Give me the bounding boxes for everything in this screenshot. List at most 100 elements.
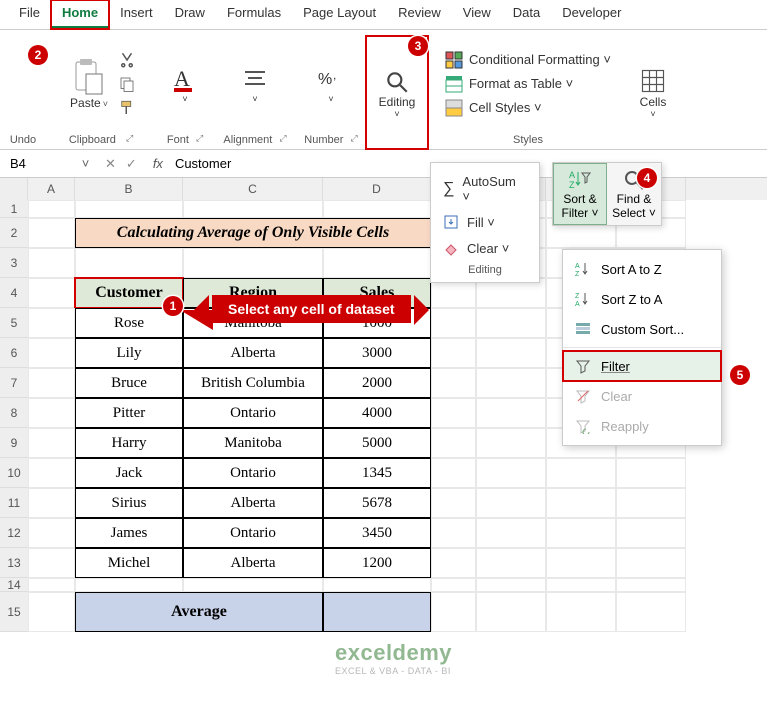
sort-z-to-a-item[interactable]: ZASort Z to A [563, 284, 721, 314]
tab-home[interactable]: Home [51, 0, 109, 29]
cell[interactable] [476, 518, 546, 548]
data-cell[interactable]: 2000 [323, 368, 431, 398]
custom-sort-item[interactable]: Custom Sort... [563, 314, 721, 344]
data-cell[interactable]: British Columbia [183, 368, 323, 398]
row-header-8[interactable]: 8 [0, 398, 28, 428]
data-cell[interactable]: Pitter [75, 398, 183, 428]
alignment-launcher-icon[interactable]: ⤢ [275, 133, 286, 143]
cell[interactable] [183, 578, 323, 592]
cell[interactable] [431, 458, 476, 488]
cell[interactable] [323, 248, 431, 278]
tab-formulas[interactable]: Formulas [216, 0, 292, 29]
cell[interactable] [476, 548, 546, 578]
cell[interactable] [476, 308, 546, 338]
cell[interactable] [616, 458, 686, 488]
data-cell[interactable]: Bruce [75, 368, 183, 398]
data-cell[interactable]: Sirius [75, 488, 183, 518]
cell[interactable] [75, 200, 183, 218]
row-header-13[interactable]: 13 [0, 548, 28, 578]
cell[interactable] [28, 200, 75, 218]
format-as-table-button[interactable]: Format as Table ˅ [443, 74, 613, 94]
editing-button[interactable]: Editing˅ [375, 67, 420, 121]
cell[interactable] [546, 458, 616, 488]
data-cell[interactable]: Manitoba [183, 428, 323, 458]
cell[interactable] [28, 338, 75, 368]
row-header-5[interactable]: 5 [0, 308, 28, 338]
cell[interactable] [28, 592, 75, 632]
cell[interactable] [431, 518, 476, 548]
cell[interactable] [431, 368, 476, 398]
alignment-button[interactable]: ˅ [236, 62, 274, 106]
average-label[interactable]: Average [75, 592, 323, 632]
data-cell[interactable]: Harry [75, 428, 183, 458]
cell[interactable] [476, 488, 546, 518]
tab-page layout[interactable]: Page Layout [292, 0, 387, 29]
name-box-dropdown-icon[interactable]: ˅ [78, 156, 93, 171]
cell[interactable] [28, 578, 75, 592]
row-header-11[interactable]: 11 [0, 488, 28, 518]
cell[interactable] [28, 488, 75, 518]
fx-icon[interactable]: fx [149, 156, 167, 171]
col-header-D[interactable]: D [323, 178, 431, 200]
cell[interactable] [546, 578, 616, 592]
row-header-6[interactable]: 6 [0, 338, 28, 368]
select-all-corner[interactable] [0, 178, 28, 200]
tab-draw[interactable]: Draw [164, 0, 216, 29]
tab-developer[interactable]: Developer [551, 0, 632, 29]
row-header-12[interactable]: 12 [0, 518, 28, 548]
filter-item[interactable]: Filter [563, 351, 721, 381]
tab-review[interactable]: Review [387, 0, 452, 29]
row-header-4[interactable]: 4 [0, 278, 28, 308]
data-cell[interactable]: 5000 [323, 428, 431, 458]
cell[interactable] [546, 548, 616, 578]
data-cell[interactable]: Alberta [183, 488, 323, 518]
data-cell[interactable]: 3450 [323, 518, 431, 548]
undo-button[interactable] [17, 36, 29, 44]
tab-view[interactable]: View [452, 0, 502, 29]
cell[interactable] [616, 578, 686, 592]
cancel-formula-icon[interactable]: ✕ [105, 156, 116, 172]
data-cell[interactable]: Alberta [183, 548, 323, 578]
cut-button[interactable] [118, 51, 136, 69]
cell[interactable] [431, 548, 476, 578]
cell[interactable] [183, 248, 323, 278]
cell[interactable] [28, 428, 75, 458]
row-header-7[interactable]: 7 [0, 368, 28, 398]
cell[interactable] [75, 248, 183, 278]
data-cell[interactable]: Jack [75, 458, 183, 488]
data-cell[interactable]: Lily [75, 338, 183, 368]
cell[interactable] [183, 200, 323, 218]
data-cell[interactable]: Michel [75, 548, 183, 578]
cell[interactable] [28, 368, 75, 398]
row-header-15[interactable]: 15 [0, 592, 28, 632]
average-value[interactable] [323, 592, 431, 632]
cell[interactable] [476, 338, 546, 368]
cell[interactable] [28, 278, 75, 308]
autosum-item[interactable]: ∑AutoSum ˅ [435, 169, 535, 209]
cell[interactable] [476, 578, 546, 592]
row-header-2[interactable]: 2 [0, 218, 28, 248]
tab-data[interactable]: Data [502, 0, 551, 29]
cell[interactable] [431, 308, 476, 338]
sort-a-to-z-item[interactable]: AZSort A to Z [563, 254, 721, 284]
row-header-14[interactable]: 14 [0, 578, 28, 592]
cell[interactable] [476, 458, 546, 488]
col-header-A[interactable]: A [28, 178, 75, 200]
tab-file[interactable]: File [8, 0, 51, 29]
data-cell[interactable]: 3000 [323, 338, 431, 368]
cell[interactable] [431, 592, 476, 632]
cells-button[interactable]: Cells˅ [635, 65, 671, 121]
cell[interactable] [476, 428, 546, 458]
confirm-formula-icon[interactable]: ✓ [126, 156, 137, 172]
name-box[interactable]: B4 [0, 156, 78, 171]
data-cell[interactable]: 1345 [323, 458, 431, 488]
font-launcher-icon[interactable]: ⤢ [192, 133, 203, 143]
data-cell[interactable]: Ontario [183, 518, 323, 548]
cell[interactable] [476, 368, 546, 398]
data-cell[interactable]: James [75, 518, 183, 548]
cell-styles-button[interactable]: Cell Styles ˅ [443, 98, 613, 118]
cell[interactable] [28, 218, 75, 248]
col-header-B[interactable]: B [75, 178, 183, 200]
data-cell[interactable]: 5678 [323, 488, 431, 518]
cell[interactable] [616, 488, 686, 518]
